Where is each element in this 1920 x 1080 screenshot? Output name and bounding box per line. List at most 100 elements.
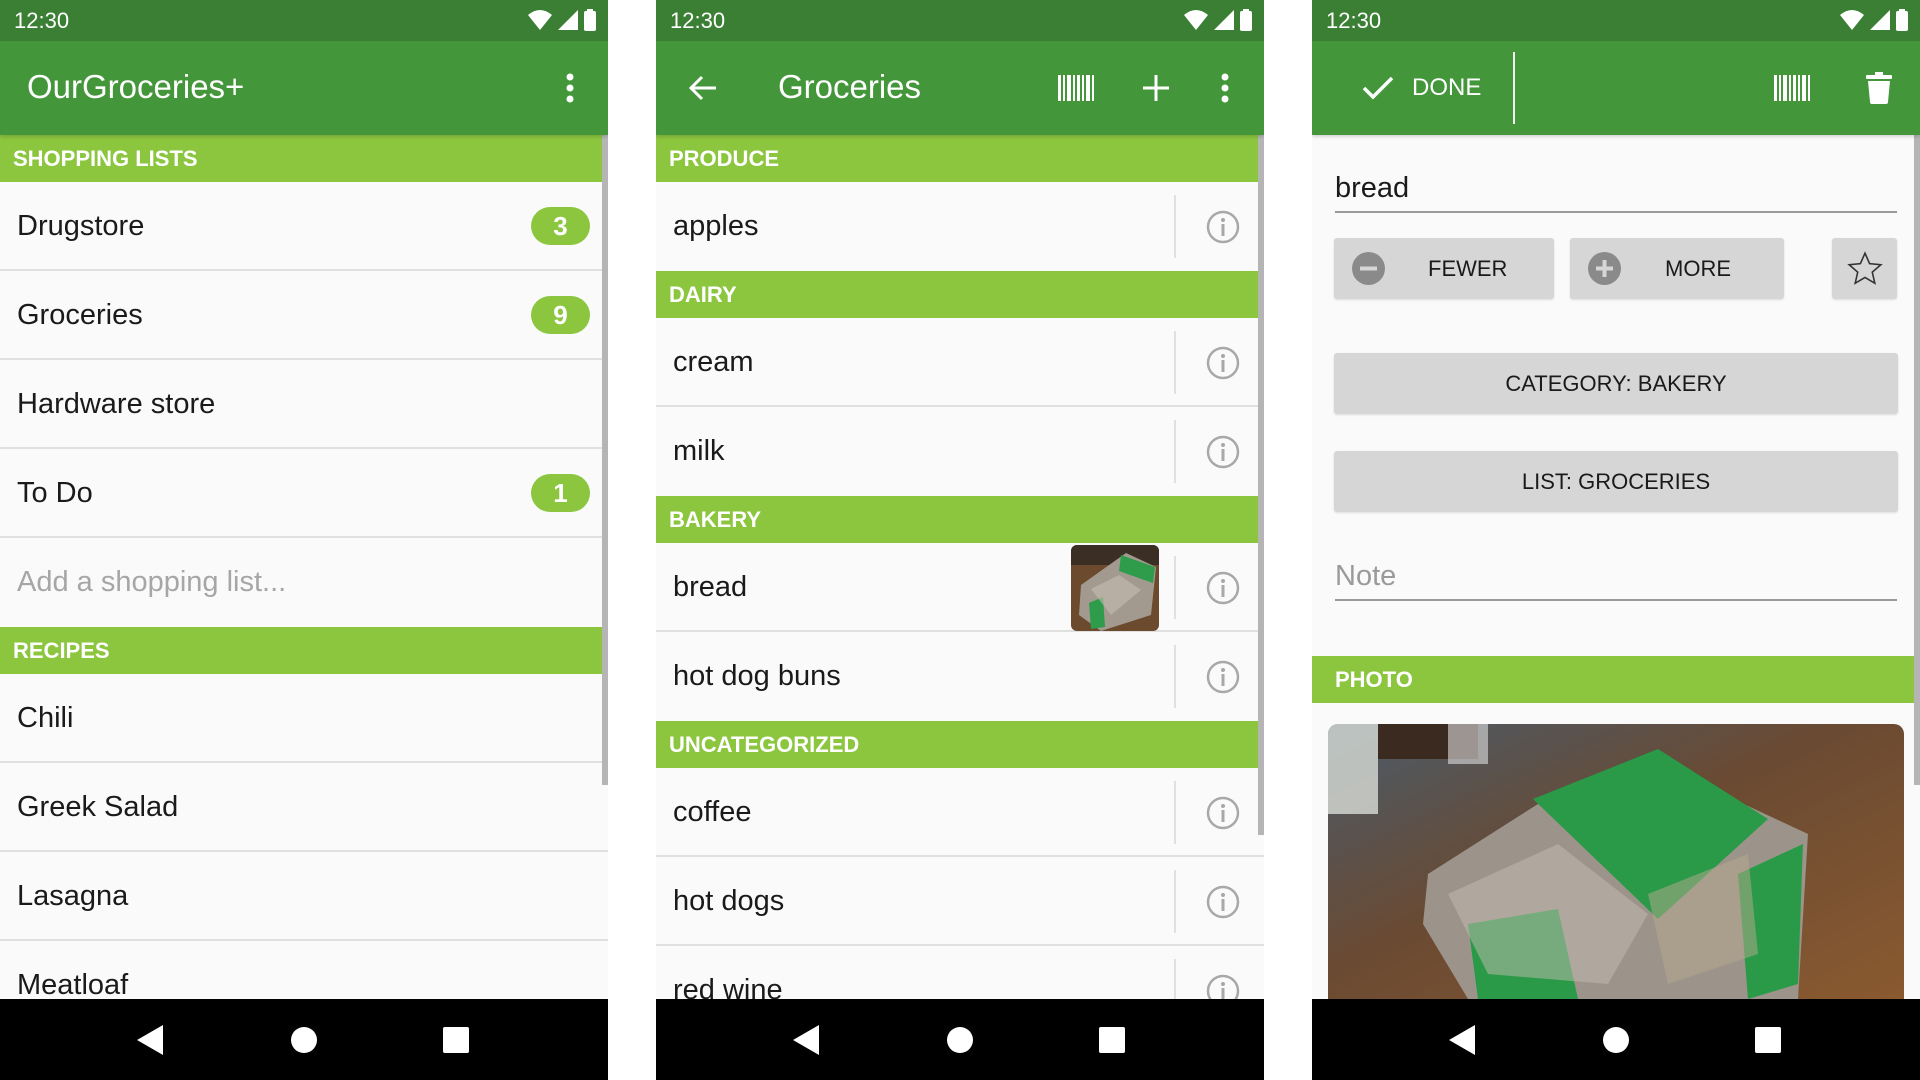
grocery-item-label: hot dog buns [673,660,841,692]
add-icon[interactable] [1131,41,1181,135]
recents-square-icon[interactable] [1728,999,1808,1080]
recipe-item-meatloaf[interactable]: Meatloaf [0,941,608,999]
back-arrow-icon[interactable] [678,41,728,135]
grocery-item-hot-dog-buns[interactable]: hot dog buns [656,632,1264,721]
grocery-item-label: cream [673,346,754,378]
barcode-icon[interactable] [1051,41,1101,135]
category-header-uncategorized: UNCATEGORIZED [656,721,1264,768]
note-input[interactable]: Note [1335,560,1897,601]
grocery-item-label: coffee [673,796,752,828]
item-count-badge: 9 [531,296,590,334]
screen-item-detail: 12:30 DONE bread FEWER MORE CATEGORY: BA… [1312,0,1920,1080]
recipe-item-label: Lasagna [17,880,129,912]
grocery-item-cream[interactable]: cream [656,318,1264,407]
recipe-item-label: Greek Salad [17,791,179,823]
info-icon[interactable] [1206,210,1240,244]
info-icon[interactable] [1206,796,1240,830]
list-item-label: To Do [17,477,93,509]
add-shopping-list-input[interactable]: Add a shopping list... [0,538,608,627]
delete-icon[interactable] [1854,41,1904,135]
cellular-signal-icon [1214,10,1234,30]
recents-square-icon[interactable] [416,999,496,1080]
app-bar-divider [1513,52,1515,124]
recents-square-icon[interactable] [1072,999,1152,1080]
grocery-item-coffee[interactable]: coffee [656,768,1264,857]
battery-icon [584,9,596,31]
bread-photo-thumbnail[interactable] [1071,545,1159,631]
row-divider [1174,331,1176,394]
app-bar: DONE [1312,41,1920,135]
row-divider [1174,195,1176,258]
list-item-groceries[interactable]: Groceries 9 [0,271,608,360]
back-triangle-icon[interactable] [766,999,846,1080]
grocery-item-bread[interactable]: bread [656,543,1264,632]
favorite-button[interactable] [1832,238,1897,299]
scrollbar[interactable] [1258,135,1264,835]
info-icon[interactable] [1206,974,1240,999]
row-divider [1174,781,1176,844]
lists-content: SHOPPING LISTS Drugstore 3 Groceries 9 H… [0,135,608,999]
battery-icon [1896,9,1908,31]
info-icon[interactable] [1206,660,1240,694]
status-time: 12:30 [670,8,726,33]
nav-bar [0,999,608,1080]
barcode-icon[interactable] [1767,41,1817,135]
item-count-badge: 1 [531,474,590,512]
done-label: DONE [1412,74,1482,101]
done-button[interactable]: DONE [1362,41,1481,135]
status-bar: 12:30 [0,0,608,41]
home-circle-icon[interactable] [1576,999,1656,1080]
recipe-item-chili[interactable]: Chili [0,674,608,763]
overflow-menu-icon[interactable] [546,41,594,135]
grocery-item-apples[interactable]: apples [656,182,1264,271]
grocery-item-hot-dogs[interactable]: hot dogs [656,857,1264,946]
home-circle-icon[interactable] [920,999,1000,1080]
recipe-item-label: Chili [17,702,74,734]
more-label: MORE [1665,256,1731,281]
status-bar: 12:30 [1312,0,1920,41]
info-icon[interactable] [1206,346,1240,380]
list-item-hardware-store[interactable]: Hardware store [0,360,608,449]
item-name-input[interactable]: bread [1335,172,1897,213]
overflow-menu-icon[interactable] [1202,41,1248,135]
home-circle-icon[interactable] [264,999,344,1080]
info-icon[interactable] [1206,435,1240,469]
status-bar: 12:30 [656,0,1264,41]
plus-circle-icon [1588,252,1621,285]
list-button[interactable]: LIST: GROCERIES [1334,451,1898,512]
back-triangle-icon[interactable] [110,999,190,1080]
info-icon[interactable] [1206,571,1240,605]
battery-icon [1240,9,1252,31]
list-title: Groceries [778,68,922,105]
category-label: CATEGORY: BAKERY [1505,371,1727,396]
list-item-label: Drugstore [17,210,145,242]
screen-groceries-list: 12:30 Groceries PRODUCE apples DAIRY cre… [656,0,1264,1080]
more-button[interactable]: MORE [1570,238,1784,299]
scrollbar[interactable] [602,135,608,785]
list-item-to-do[interactable]: To Do 1 [0,449,608,538]
fewer-button[interactable]: FEWER [1334,238,1554,299]
back-triangle-icon[interactable] [1422,999,1502,1080]
category-button[interactable]: CATEGORY: BAKERY [1334,353,1898,414]
recipe-item-lasagna[interactable]: Lasagna [0,852,608,941]
section-header-shopping-lists: SHOPPING LISTS [0,135,608,182]
recipe-item-label: Meatloaf [17,969,129,999]
wifi-icon [1840,10,1864,30]
item-photo[interactable] [1328,724,1904,999]
category-header-produce: PRODUCE [656,135,1264,182]
grocery-item-label: hot dogs [673,885,785,917]
info-icon[interactable] [1206,885,1240,919]
category-header-bakery: BAKERY [656,496,1264,543]
grocery-item-milk[interactable]: milk [656,407,1264,496]
star-outline-icon [1847,251,1883,285]
scrollbar[interactable] [1914,135,1920,785]
recipe-item-greek-salad[interactable]: Greek Salad [0,763,608,852]
status-time: 12:30 [14,8,70,33]
wifi-icon [1184,10,1208,30]
row-divider [1174,420,1176,483]
row-divider [1174,556,1176,619]
grocery-item-label: red wine [673,974,783,999]
grocery-item-red-wine[interactable]: red wine [656,946,1264,999]
list-item-drugstore[interactable]: Drugstore 3 [0,182,608,271]
add-shopping-list-placeholder: Add a shopping list... [17,566,287,598]
